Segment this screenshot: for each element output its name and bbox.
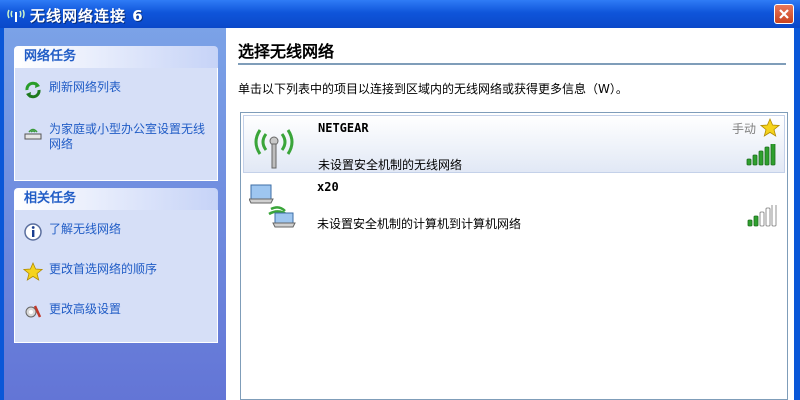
task-label: 更改高级设置 bbox=[49, 302, 122, 316]
computer-to-computer-icon bbox=[249, 184, 296, 228]
connection-mode: 手动 bbox=[731, 122, 756, 136]
preferred-star-icon bbox=[760, 118, 780, 137]
network-name: x20 bbox=[317, 180, 339, 194]
task-label: 更改首选网络的顺序 bbox=[49, 262, 158, 276]
signal-bar bbox=[747, 219, 753, 227]
wireless-connection-window: 无线网络连接 6 网络任务 刷新网络列表 为家庭或小型办公室设置无线网络 相关任… bbox=[0, 0, 800, 400]
signal-bar bbox=[765, 207, 771, 227]
task-change-advanced-settings[interactable]: 更改高级设置 bbox=[23, 302, 209, 322]
network-item-netgear[interactable]: NETGEAR 未设置安全机制的无线网络 手动 bbox=[243, 115, 785, 173]
signal-bar bbox=[770, 144, 776, 166]
signal-bar bbox=[753, 215, 759, 227]
task-pane: 网络任务 刷新网络列表 为家庭或小型办公室设置无线网络 相关任务 了解无线网络 … bbox=[4, 28, 226, 400]
network-tasks-header[interactable]: 网络任务 bbox=[14, 46, 218, 68]
settings-icon bbox=[25, 305, 42, 318]
instruction-text: 单击以下列表中的项目以连接到区域内的无线网络或获得更多信息（W）。 bbox=[238, 82, 628, 96]
task-label: 了解无线网络 bbox=[49, 222, 122, 236]
wireless-network-icon bbox=[7, 9, 25, 22]
close-button[interactable] bbox=[774, 4, 794, 24]
network-tasks-panel: 网络任务 刷新网络列表 为家庭或小型办公室设置无线网络 bbox=[14, 46, 218, 181]
wireless-network-list[interactable]: NETGEAR 未设置安全机制的无线网络 手动 x20 未设置安全机制的计算机到… bbox=[240, 112, 788, 400]
signal-bar bbox=[746, 158, 752, 166]
signal-bar bbox=[764, 146, 770, 166]
title-bar[interactable]: 无线网络连接 6 bbox=[0, 0, 800, 28]
task-setup-wireless-network[interactable]: 为家庭或小型办公室设置无线网络 bbox=[23, 122, 209, 152]
task-change-preferred-order[interactable]: 更改首选网络的顺序 bbox=[23, 262, 209, 282]
window-title: 无线网络连接 6 bbox=[30, 7, 144, 25]
heading-divider bbox=[238, 63, 786, 65]
network-security-status: 未设置安全机制的计算机到计算机网络 bbox=[317, 217, 522, 231]
signal-bar bbox=[758, 150, 764, 166]
wireless-antenna-icon bbox=[254, 129, 294, 169]
signal-strength-icon bbox=[746, 144, 776, 166]
page-title: 选择无线网络 bbox=[238, 42, 335, 61]
main-pane: 选择无线网络 单击以下列表中的项目以连接到区域内的无线网络或获得更多信息（W）。… bbox=[226, 28, 794, 400]
related-tasks-panel: 相关任务 了解无线网络 更改首选网络的顺序 更改高级设置 bbox=[14, 188, 218, 343]
setup-wireless-icon bbox=[24, 128, 42, 140]
close-icon bbox=[779, 9, 789, 19]
network-name: NETGEAR bbox=[318, 121, 369, 135]
signal-bar bbox=[771, 205, 777, 227]
related-tasks-header[interactable]: 相关任务 bbox=[14, 188, 218, 210]
network-security-status: 未设置安全机制的无线网络 bbox=[318, 158, 463, 172]
star-icon bbox=[23, 262, 43, 281]
signal-bar bbox=[759, 211, 765, 227]
signal-bar bbox=[752, 154, 758, 166]
network-item-x20[interactable]: x20 未设置安全机制的计算机到计算机网络 bbox=[243, 175, 785, 233]
refresh-icon bbox=[25, 81, 41, 99]
task-refresh-network-list[interactable]: 刷新网络列表 bbox=[23, 80, 209, 100]
info-icon bbox=[24, 223, 42, 241]
task-learn-wireless[interactable]: 了解无线网络 bbox=[23, 222, 209, 242]
task-label: 刷新网络列表 bbox=[49, 80, 122, 94]
signal-strength-icon bbox=[747, 205, 777, 227]
task-label: 为家庭或小型办公室设置无线网络 bbox=[49, 122, 206, 151]
